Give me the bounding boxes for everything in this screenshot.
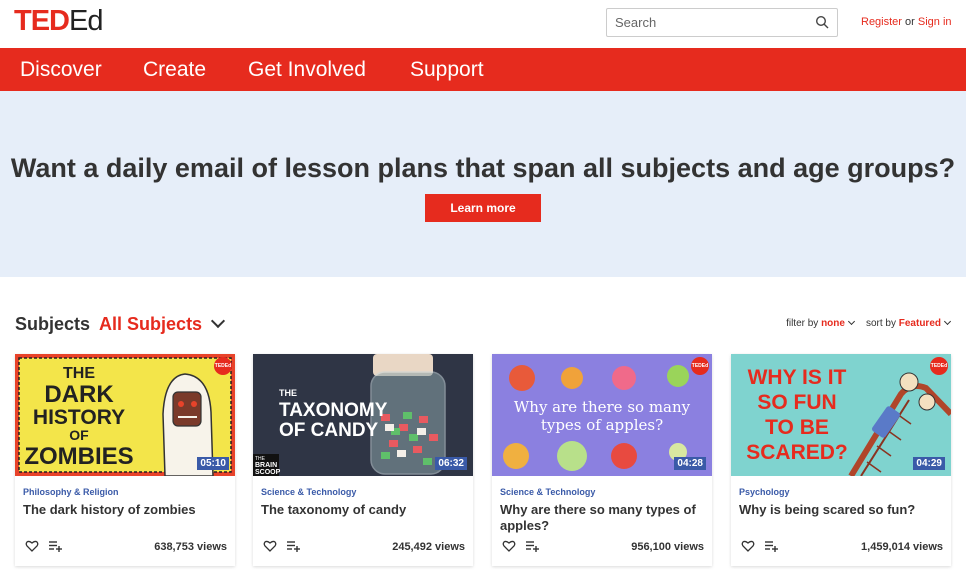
chevron-down-icon: [211, 313, 226, 329]
nav-support[interactable]: Support: [410, 48, 484, 91]
thumb-line: OF: [69, 427, 89, 443]
thumb-line: types of apples?: [541, 416, 663, 434]
sort-label: sort by: [865, 318, 896, 329]
playlist-add-icon[interactable]: [49, 540, 62, 552]
subjects-label: Subjects: [15, 314, 91, 334]
filter-sort-bar: filter by none sort by Featured: [786, 317, 952, 329]
view-count: 245,492 views: [392, 541, 465, 553]
search-icon[interactable]: [815, 15, 829, 29]
thumb-line: OF CANDY: [279, 420, 379, 441]
lesson-card[interactable]: THE TAXONOMY OF CANDY THE BRAIN SCOOP 06…: [253, 354, 473, 566]
nav-get-involved[interactable]: Get Involved: [248, 48, 366, 91]
thumb-line: SO FUN: [757, 391, 836, 414]
duration-badge: 04:29: [913, 457, 945, 470]
thumb-line: THE: [63, 365, 95, 382]
ted-badge: TEDEd: [214, 357, 232, 375]
thumb-line: ZOMBIES: [24, 443, 133, 470]
lesson-category[interactable]: Science & Technology: [500, 487, 595, 497]
lesson-title[interactable]: The dark history of zombies: [23, 502, 229, 518]
thumb-line: TAXONOMY: [279, 400, 388, 421]
promo-banner: Want a daily email of lesson plans that …: [0, 91, 966, 277]
register-link[interactable]: Register: [861, 16, 902, 28]
lesson-category[interactable]: Philosophy & Religion: [23, 487, 119, 497]
playlist-add-icon[interactable]: [765, 540, 778, 552]
duration-badge: 06:32: [435, 457, 467, 470]
sign-in-link[interactable]: Sign in: [918, 16, 952, 28]
lesson-thumbnail[interactable]: WHY IS IT SO FUN TO BE SCARED? TEDEd 04:…: [731, 354, 951, 476]
duration-badge: 04:28: [674, 457, 706, 470]
thumb-line: DARK: [44, 381, 114, 408]
lesson-title[interactable]: Why are there so many types of apples?: [500, 502, 706, 534]
lesson-category[interactable]: Psychology: [739, 487, 790, 497]
lesson-card[interactable]: WHY IS IT SO FUN TO BE SCARED? TEDEd 04:…: [731, 354, 951, 566]
playlist-add-icon[interactable]: [526, 540, 539, 552]
filter-value: none: [821, 318, 845, 329]
lesson-card[interactable]: THE DARK HISTORY OF ZOMBIES TEDEd 05:10 …: [15, 354, 235, 566]
ted-badge: TEDEd: [930, 357, 948, 375]
lesson-thumbnail[interactable]: Why are there so many types of apples? T…: [492, 354, 712, 476]
auth-links: Register or Sign in: [861, 16, 952, 28]
lesson-title[interactable]: Why is being scared so fun?: [739, 502, 945, 518]
playlist-add-icon[interactable]: [287, 540, 300, 552]
lesson-card[interactable]: Why are there so many types of apples? T…: [492, 354, 712, 566]
view-count: 638,753 views: [154, 541, 227, 553]
subjects-selected: All Subjects: [99, 314, 203, 334]
sort-dropdown[interactable]: sort by Featured: [865, 317, 952, 329]
sort-value: Featured: [898, 318, 941, 329]
thumb-line: Why are there so many: [514, 398, 691, 416]
heart-icon[interactable]: [502, 539, 516, 553]
thumb-line: THE: [279, 388, 297, 398]
thumb-brand-line: SCOOP: [255, 469, 281, 476]
heart-icon[interactable]: [25, 539, 39, 553]
heart-icon[interactable]: [263, 539, 277, 553]
auth-or: or: [905, 16, 915, 28]
ted-badge: TEDEd: [691, 357, 709, 375]
chevron-down-icon: [943, 317, 952, 326]
duration-badge: 05:10: [197, 457, 229, 470]
nav-create[interactable]: Create: [143, 48, 206, 91]
teded-logo[interactable]: TEDEd: [14, 4, 103, 38]
subjects-dropdown[interactable]: Subjects All Subjects: [15, 313, 226, 335]
top-header: TEDEd Register or Sign in: [0, 0, 966, 48]
view-count: 1,459,014 views: [861, 541, 943, 553]
thumb-line: SCARED?: [746, 441, 848, 464]
chevron-down-icon: [847, 317, 856, 326]
lesson-thumbnail[interactable]: THE DARK HISTORY OF ZOMBIES TEDEd 05:10: [15, 354, 235, 476]
banner-heading: Want a daily email of lesson plans that …: [10, 153, 956, 183]
thumb-line: TO BE: [765, 416, 829, 439]
search-box: [606, 8, 838, 37]
view-count: 956,100 views: [631, 541, 704, 553]
thumb-line: WHY IS IT: [748, 366, 847, 389]
filter-dropdown[interactable]: filter by none: [786, 317, 856, 329]
logo-ed: Ed: [69, 5, 103, 37]
thumb-brand-line: BRAIN: [255, 462, 277, 469]
search-input[interactable]: [607, 9, 803, 36]
lesson-thumbnail[interactable]: THE TAXONOMY OF CANDY THE BRAIN SCOOP 06…: [253, 354, 473, 476]
lesson-title[interactable]: The taxonomy of candy: [261, 502, 467, 518]
main-nav: Discover Create Get Involved Support: [0, 48, 966, 91]
learn-more-button[interactable]: Learn more: [425, 194, 541, 222]
thumb-line: HISTORY: [33, 406, 125, 429]
heart-icon[interactable]: [741, 539, 755, 553]
filter-label: filter by: [786, 318, 819, 329]
lesson-category[interactable]: Science & Technology: [261, 487, 356, 497]
nav-discover[interactable]: Discover: [20, 48, 102, 91]
logo-ted: TED: [14, 5, 70, 37]
